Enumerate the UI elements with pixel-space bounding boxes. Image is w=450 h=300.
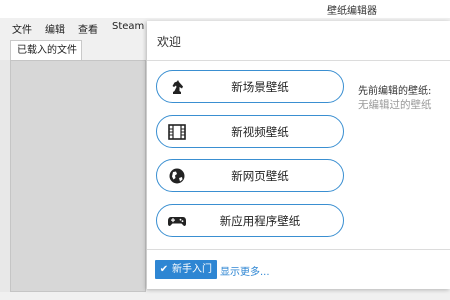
new-video-wallpaper-button[interactable]: 新视频壁纸 (156, 115, 344, 148)
welcome-dialog: 欢迎 新场景壁纸 新视频壁纸 新网页壁纸 新应用程序壁纸 先前编辑的壁纸: 无编… (147, 21, 450, 289)
new-application-wallpaper-button[interactable]: 新应用程序壁纸 (156, 204, 344, 237)
getting-started-label: 新手入门 (172, 264, 212, 275)
gamepad-icon (168, 217, 186, 226)
dialog-footer: ✔ 新手入门 显示更多... (147, 249, 450, 289)
new-scene-wallpaper-label: 新场景壁纸 (231, 80, 289, 94)
menu-edit[interactable]: 编辑 (45, 21, 65, 36)
new-web-wallpaper-label: 新网页壁纸 (231, 169, 289, 183)
film-icon (168, 124, 186, 140)
dialog-header: 欢迎 (147, 21, 450, 61)
menu-steam[interactable]: Steam (112, 21, 144, 32)
chess-knight-icon (172, 80, 183, 94)
checkmark-icon: ✔ (159, 264, 169, 275)
show-more-link[interactable]: 显示更多... (220, 263, 270, 278)
dialog-title: 欢迎 (157, 35, 182, 49)
loaded-files-panel (10, 60, 146, 292)
tab-loaded-files[interactable]: 已载入的文件 (10, 40, 82, 60)
menu-file[interactable]: 文件 (12, 21, 32, 36)
menu-view[interactable]: 查看 (78, 21, 98, 36)
title-bar: 壁纸编辑器 (0, 0, 450, 18)
recent-wallpapers-empty: 无编辑过的壁纸 (358, 99, 432, 111)
new-application-wallpaper-label: 新应用程序壁纸 (219, 214, 301, 228)
getting-started-button[interactable]: ✔ 新手入门 (155, 260, 217, 279)
new-scene-wallpaper-button[interactable]: 新场景壁纸 (156, 70, 344, 103)
recent-wallpapers-heading: 先前编辑的壁纸: (358, 86, 432, 97)
globe-icon (169, 168, 185, 184)
new-web-wallpaper-button[interactable]: 新网页壁纸 (156, 159, 344, 192)
new-video-wallpaper-label: 新视频壁纸 (231, 125, 289, 139)
panel-grip (0, 60, 10, 292)
window-title: 壁纸编辑器 (327, 6, 377, 17)
